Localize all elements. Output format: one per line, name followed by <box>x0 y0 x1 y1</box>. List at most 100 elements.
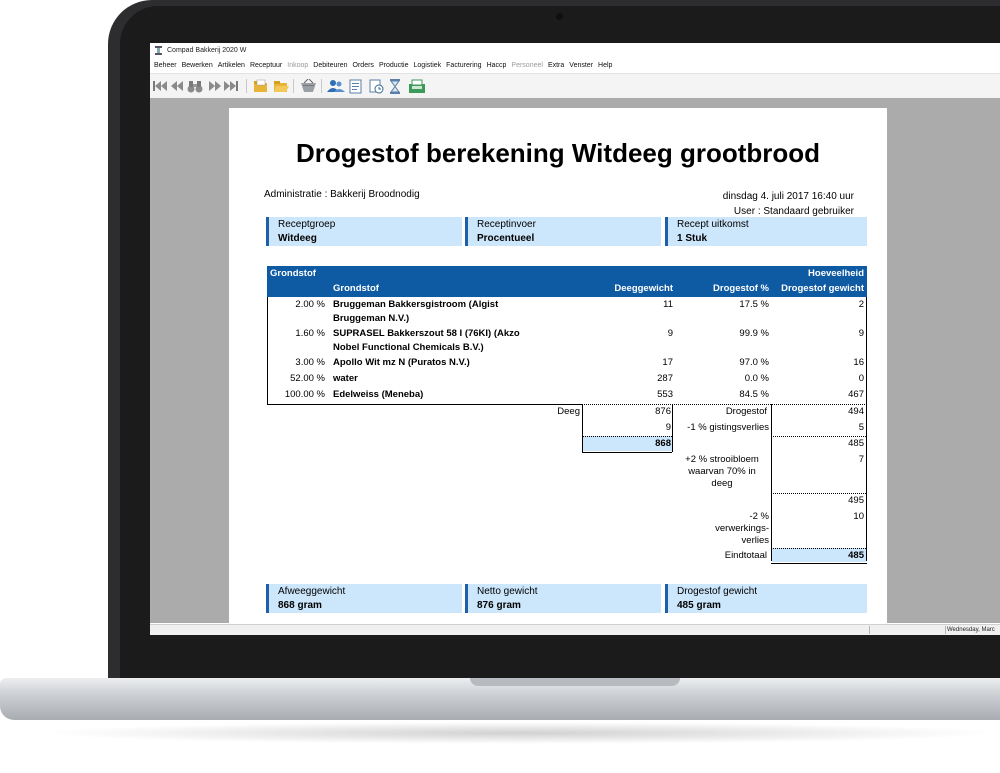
row-drogestof-gewicht: 467 <box>848 389 864 400</box>
info-value: 876 gram <box>477 600 521 611</box>
row-drogestof-pct: 84.5 % <box>739 389 769 400</box>
basket-icon[interactable] <box>300 78 317 94</box>
header-deeggewicht: Deeggewicht <box>614 283 673 294</box>
header-drogestof-pct: Drogestof % <box>713 283 769 294</box>
menu-receptuur[interactable]: Receptuur <box>250 59 282 73</box>
row-drogestof-pct: 17.5 % <box>739 299 769 310</box>
netto-border-bottom <box>582 452 672 453</box>
menu-personeel: Personeel <box>511 62 543 69</box>
deeg-label: Deeg <box>557 406 580 417</box>
row-drogestof-pct: 97.0 % <box>739 357 769 368</box>
report-datetime: dinsdag 4. juli 2017 16:40 uur <box>722 191 854 202</box>
row-deeggewicht: 9 <box>667 328 673 339</box>
app-window: Compad Bakkerij 2020 W Beheer Bewerken Art… <box>150 43 1000 635</box>
row-percentage: 52.00 % <box>290 373 325 384</box>
document-icon[interactable] <box>349 78 363 94</box>
menu-haccp[interactable]: Haccp <box>487 59 507 73</box>
menu-help[interactable]: Help <box>598 59 612 73</box>
strooibloem-label: +2 % strooibloem waarvan 70% in deeg <box>685 454 759 489</box>
next-record-icon[interactable] <box>207 78 223 94</box>
menu-debiteuren[interactable]: Debiteuren <box>313 59 347 73</box>
table-border-left <box>267 297 268 405</box>
row-drogestof-gewicht: 0 <box>858 373 864 384</box>
eindtotaal-label: Eindtotaal <box>724 550 767 561</box>
menu-venster[interactable]: Venster <box>569 59 593 73</box>
row-percentage: 2.00 % <box>295 299 325 310</box>
status-date: Wednesday, Marc <box>947 627 995 633</box>
menu-bewerken[interactable]: Bewerken <box>182 59 213 73</box>
eindtotaal-value: 485 <box>848 550 864 561</box>
toolbar <box>150 73 1000 99</box>
menu-orders[interactable]: Orders <box>353 59 374 73</box>
folder-icon[interactable] <box>253 78 269 94</box>
subtotal-2: 495 <box>848 495 864 506</box>
calendar-clock-icon[interactable] <box>369 78 384 94</box>
last-record-icon[interactable] <box>224 78 240 94</box>
eindtotaal-divider <box>771 548 866 549</box>
summary-border <box>866 404 867 561</box>
row-deeggewicht: 287 <box>657 373 673 384</box>
administration-label: Administratie : Bakkerij Broodnodig <box>264 189 420 200</box>
info-recept-uitkomst: Recept uitkomst 1 Stuk <box>665 217 867 246</box>
header-grondstof: Grondstof <box>333 283 379 294</box>
info-value: Procentueel <box>477 233 535 244</box>
gisting-ds-value: 5 <box>858 422 864 433</box>
verwerkingsverlies-label: -2 % verwerkings-verlies <box>715 511 769 546</box>
info-receptinvoer: Receptinvoer Procentueel <box>465 217 661 246</box>
row-grondstof: Apollo Wit mz N (Puratos N.V.) <box>333 357 470 368</box>
header-drogestof-gewicht: Drogestof gewicht <box>781 283 864 294</box>
menu-artikelen[interactable]: Artikelen <box>218 59 245 73</box>
report-meta: dinsdag 4. juli 2017 16:40 uur User : St… <box>723 189 854 219</box>
row-grondstof: Bruggeman Bakkersgistroom (Algist <box>333 299 499 310</box>
info-netto-gewicht: Netto gewicht 876 gram <box>465 584 661 613</box>
users-icon[interactable] <box>327 78 345 94</box>
toolbar-separator <box>246 79 247 93</box>
info-afweeggewicht: Afweeggewicht 868 gram <box>266 584 462 613</box>
netto-value: 868 <box>655 438 671 449</box>
hourglass-icon[interactable] <box>389 78 401 94</box>
row-drogestof-pct: 0.0 % <box>744 373 769 384</box>
report-viewer: Drogestof berekening Witdeeg grootbrood … <box>150 98 1000 623</box>
gisting-value: 9 <box>665 422 671 433</box>
row-drogestof-gewicht: 16 <box>853 357 864 368</box>
window-title: Compad Bakkerij 2020 W <box>167 47 247 54</box>
row-grondstof: Edelweiss (Meneba) <box>333 389 424 400</box>
subtotal-divider <box>771 436 866 437</box>
cash-register-icon[interactable] <box>408 78 426 94</box>
menu-extra[interactable]: Extra <box>548 59 564 73</box>
verwerkingsverlies-value: 10 <box>853 511 864 522</box>
app-icon <box>155 46 162 55</box>
row-grondstof-cont: Nobel Functional Chemicals B.V.) <box>333 342 484 353</box>
row-deeggewicht: 17 <box>662 357 673 368</box>
status-bar: Wednesday, Marc <box>150 624 1000 635</box>
row-grondstof: water <box>333 373 358 384</box>
menu-logistiek[interactable]: Logistiek <box>414 59 442 73</box>
summary-border <box>672 404 673 452</box>
info-value: 868 gram <box>278 600 322 611</box>
table-border-bottom <box>267 404 582 405</box>
first-record-icon[interactable] <box>153 78 167 94</box>
menu-bar: Beheer Bewerken Artikelen Receptuur Inkoop De… <box>150 59 1000 73</box>
info-label: Recept uitkomst <box>677 219 749 230</box>
search-binoculars-icon[interactable] <box>187 78 203 94</box>
title-bar: Compad Bakkerij 2020 W <box>150 43 1000 59</box>
header-group: Grondstof <box>270 268 316 279</box>
table-header: Grondstof Hoeveelheid Grondstof Deeggewi… <box>267 266 867 297</box>
drogestof-label: Drogestof <box>725 406 767 417</box>
subtotal-divider <box>771 493 866 494</box>
drogestof-value: 494 <box>848 406 864 417</box>
menu-facturering[interactable]: Facturering <box>446 59 481 73</box>
subtotal-1: 485 <box>848 438 864 449</box>
row-deeggewicht: 11 <box>663 299 673 310</box>
summary-border <box>771 404 772 561</box>
menu-productie[interactable]: Productie <box>379 59 409 73</box>
previous-record-icon[interactable] <box>169 78 185 94</box>
folder-open-icon[interactable] <box>273 78 289 94</box>
info-label: Afweeggewicht <box>278 586 346 597</box>
menu-beheer[interactable]: Beheer <box>154 59 177 73</box>
row-grondstof: SUPRASEL Bakkerszout 58 I (76KI) (Akzo <box>333 328 520 339</box>
header-quantity: Hoeveelheid <box>808 268 864 279</box>
info-drogestof-gewicht: Drogestof gewicht 485 gram <box>665 584 867 613</box>
eindtotaal-border-bottom <box>771 563 867 564</box>
info-label: Netto gewicht <box>477 586 538 597</box>
